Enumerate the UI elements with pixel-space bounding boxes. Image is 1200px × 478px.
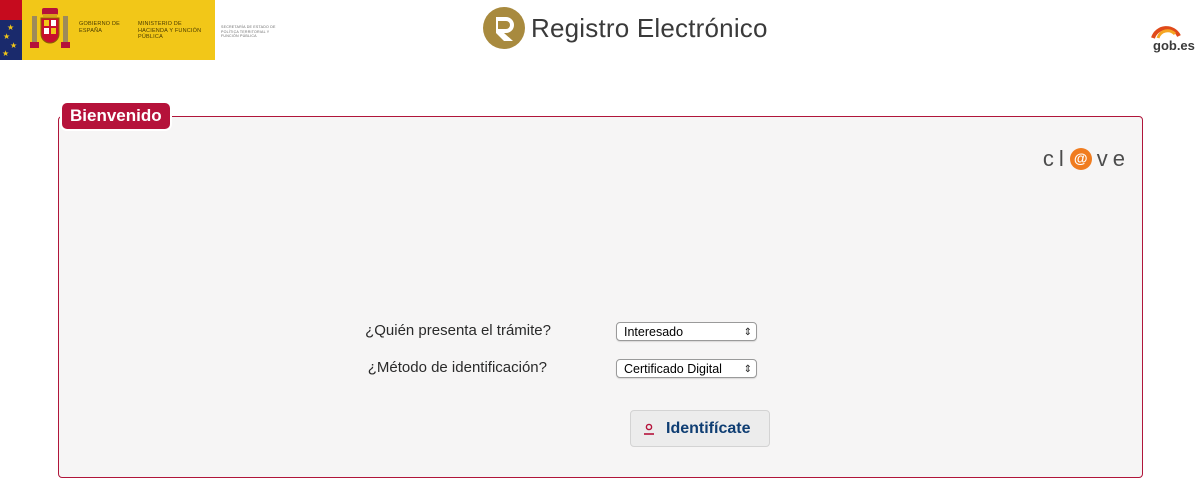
gov-name-text: Gobierno de España bbox=[79, 21, 121, 34]
presenter-select[interactable]: Interesado ⇕ bbox=[616, 322, 757, 341]
welcome-panel bbox=[58, 116, 1143, 478]
clave-logo-text-right: ve bbox=[1096, 146, 1130, 171]
eu-flag-strip: ★ ★ ★ ★ bbox=[0, 0, 22, 60]
registro-logo-icon bbox=[483, 7, 525, 49]
clave-at-icon: @ bbox=[1069, 148, 1092, 170]
clave-logo: cl @ ve bbox=[1043, 146, 1130, 172]
user-icon bbox=[644, 423, 654, 435]
identify-button-label: Identifícate bbox=[666, 419, 751, 437]
gov-logo-block[interactable]: ★ ★ ★ ★ Gobierno de España Ministerio de… bbox=[0, 0, 283, 60]
gobes-arc-icon bbox=[1151, 26, 1181, 39]
coat-of-arms-icon bbox=[30, 8, 70, 48]
star-icon: ★ bbox=[3, 32, 11, 41]
clave-logo-text-left: cl bbox=[1042, 146, 1069, 171]
method-question-label: ¿Método de identificación? bbox=[367, 359, 547, 376]
identify-button[interactable]: Identifícate bbox=[630, 410, 770, 447]
presenter-select-value: Interesado bbox=[624, 325, 684, 339]
header: ★ ★ ★ ★ Gobierno de España Ministerio de… bbox=[0, 0, 1200, 64]
secretariat-name-text: Secretaría de Estado de Política Territo… bbox=[221, 25, 276, 39]
ministry-name-text: Ministerio de Hacienda y Función Pública bbox=[138, 21, 202, 40]
method-select-value: Certificado Digital bbox=[624, 362, 722, 376]
gobes-label: gob.es bbox=[1153, 38, 1195, 53]
app-title: Registro Electrónico bbox=[531, 12, 768, 43]
star-icon: ★ bbox=[10, 41, 18, 50]
updown-arrows-icon: ⇕ bbox=[743, 327, 752, 338]
star-icon: ★ bbox=[2, 49, 10, 58]
updown-arrows-icon: ⇕ bbox=[743, 364, 752, 375]
registro-brand[interactable]: Registro Electrónico bbox=[482, 5, 768, 51]
method-select[interactable]: Certificado Digital ⇕ bbox=[616, 359, 757, 378]
gobes-logo[interactable]: gob.es bbox=[1149, 14, 1197, 53]
panel-tab-title: Bienvenido bbox=[62, 103, 170, 129]
presenter-question-label: ¿Quién presenta el trámite? bbox=[365, 322, 551, 339]
star-icon: ★ bbox=[7, 23, 15, 32]
